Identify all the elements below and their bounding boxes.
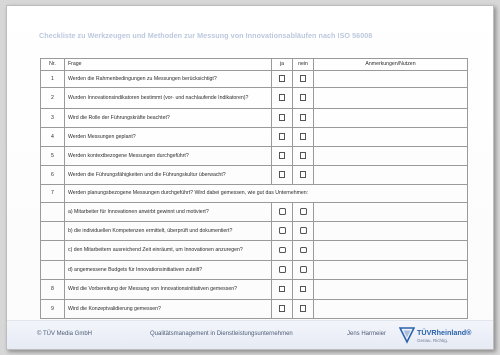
ja-checkbox[interactable] xyxy=(278,114,286,121)
notes-cell[interactable] xyxy=(313,240,468,261)
row-number: 7 xyxy=(40,184,65,203)
table-row: 9 Wird die Konzeptvalidierung gemessen? xyxy=(40,299,468,319)
notes-cell[interactable] xyxy=(313,70,468,88)
nein-checkbox[interactable] xyxy=(299,305,307,312)
header-notes: Anmerkungen/Nutzen xyxy=(313,58,468,71)
ja-checkbox[interactable] xyxy=(278,171,286,178)
table-row: 2 Wurden Innovationsindikatoren bestimmt… xyxy=(40,87,468,109)
row-number: 4 xyxy=(40,127,65,147)
subrow-question: a) Mitarbeiter für Innovationen anwirbt … xyxy=(64,202,272,222)
table-row: 1 Werden die Rahmenbedingungen zu Messun… xyxy=(40,70,468,88)
ja-checkbox[interactable] xyxy=(278,305,286,312)
row-question: Wird die Konzeptvalidierung gemessen? xyxy=(64,299,272,319)
nein-checkbox[interactable] xyxy=(299,227,307,234)
nein-checkbox[interactable] xyxy=(299,94,307,101)
notes-cell[interactable] xyxy=(313,108,468,128)
table-subrow: a) Mitarbeiter für Innovationen anwirbt … xyxy=(40,202,468,222)
header-nr: Nr. xyxy=(40,58,65,71)
ja-checkbox[interactable] xyxy=(278,266,286,273)
row-number: 2 xyxy=(40,87,65,109)
notes-cell[interactable] xyxy=(313,221,468,241)
subrow-question: d) angemessene Budgets für Innovationsin… xyxy=(64,260,272,280)
nein-checkbox[interactable] xyxy=(299,285,307,293)
page-footer: © TÜV Media GmbH Qualitätsmanagement in … xyxy=(7,320,493,349)
row-number: 1 xyxy=(40,70,65,88)
table-subrow: d) angemessene Budgets für Innovationsin… xyxy=(40,260,468,280)
table-row: 5 Werden kontextbezogene Messungen durch… xyxy=(40,146,468,166)
nein-checkbox[interactable] xyxy=(299,133,307,140)
nein-checkbox[interactable] xyxy=(299,152,307,159)
ja-checkbox[interactable] xyxy=(278,246,286,254)
notes-cell[interactable] xyxy=(313,127,468,147)
notes-cell[interactable] xyxy=(313,87,468,109)
ja-checkbox[interactable] xyxy=(278,208,286,215)
ja-checkbox[interactable] xyxy=(278,75,286,82)
row-number: 8 xyxy=(40,279,65,300)
nein-checkbox[interactable] xyxy=(299,171,307,178)
ja-checkbox[interactable] xyxy=(278,133,286,140)
row-number-empty xyxy=(40,260,65,280)
checklist-table: Nr. Frage ja nein Anmerkungen/Nutzen 1 W… xyxy=(40,58,468,319)
nein-checkbox[interactable] xyxy=(299,266,307,273)
ja-checkbox[interactable] xyxy=(278,152,286,159)
row-question: Werden kontextbezogene Messungen durchge… xyxy=(64,146,272,166)
row-question: Wird die Vorbereitung der Messung von In… xyxy=(64,279,272,300)
nein-checkbox[interactable] xyxy=(299,114,307,121)
table-row: 6 Werden die Führungsfähigkeiten und die… xyxy=(40,165,468,185)
brand-name: TÜVRheinland® xyxy=(417,328,472,337)
row-question: Werden planungsbezogene Messungen durchg… xyxy=(64,184,468,203)
ja-checkbox[interactable] xyxy=(278,285,286,293)
document-page: Checkliste zu Werkzeugen und Methoden zu… xyxy=(6,5,494,350)
table-row: 8 Wird die Vorbereitung der Messung von … xyxy=(40,279,468,300)
notes-cell[interactable] xyxy=(313,165,468,185)
row-number: 3 xyxy=(40,108,65,128)
nein-checkbox[interactable] xyxy=(299,75,307,82)
nein-checkbox[interactable] xyxy=(299,246,307,254)
table-subrow: c) den Mitarbeitern ausreichend Zeit ein… xyxy=(40,240,468,261)
row-question: Werden Messungen geplant? xyxy=(64,127,272,147)
tuv-logo: TÜVRheinland® Genau. Richtig. xyxy=(399,326,489,348)
footer-copyright: © TÜV Media GmbH xyxy=(37,331,92,337)
row-number: 9 xyxy=(40,299,65,319)
row-number-empty xyxy=(40,240,65,261)
row-question: Wird die Rolle der Führungskräfte beacht… xyxy=(64,108,272,128)
header-frage: Frage xyxy=(64,58,272,71)
notes-cell[interactable] xyxy=(313,279,468,300)
ja-checkbox[interactable] xyxy=(278,227,286,234)
table-row: 7 Werden planungsbezogene Messungen durc… xyxy=(40,184,468,203)
footer-subject: Qualitätsmanagement in Dienstleistungsun… xyxy=(150,331,293,337)
table-header-row: Nr. Frage ja nein Anmerkungen/Nutzen xyxy=(40,58,468,71)
row-number: 6 xyxy=(40,165,65,185)
row-number-empty xyxy=(40,221,65,241)
tuv-triangle-icon xyxy=(399,327,415,344)
row-number-empty xyxy=(40,202,65,222)
subrow-question: b) die individuellen Kompetenzen ermitte… xyxy=(64,221,272,241)
notes-cell[interactable] xyxy=(313,260,468,280)
notes-cell[interactable] xyxy=(313,299,468,319)
brand-tagline: Genau. Richtig. xyxy=(417,338,449,343)
subrow-question: c) den Mitarbeitern ausreichend Zeit ein… xyxy=(64,240,272,261)
ja-checkbox[interactable] xyxy=(278,94,286,101)
row-question: Werden die Führungsfähigkeiten und die F… xyxy=(64,165,272,185)
table-row: 4 Werden Messungen geplant? xyxy=(40,127,468,147)
row-question: Wurden Innovationsindikatoren bestimmt (… xyxy=(64,87,272,109)
row-question: Werden die Rahmenbedingungen zu Messunge… xyxy=(64,70,272,88)
table-row: 3 Wird die Rolle der Führungskräfte beac… xyxy=(40,108,468,128)
footer-author: Jens Harmeier xyxy=(347,331,387,337)
header-nein: nein xyxy=(292,58,314,71)
table-subrow: b) die individuellen Kompetenzen ermitte… xyxy=(40,221,468,241)
header-ja: ja xyxy=(271,58,293,71)
notes-cell[interactable] xyxy=(313,146,468,166)
page-title: Checkliste zu Werkzeugen und Methoden zu… xyxy=(39,31,373,40)
notes-cell[interactable] xyxy=(313,202,468,222)
row-number: 5 xyxy=(40,146,65,166)
nein-checkbox[interactable] xyxy=(299,208,307,215)
